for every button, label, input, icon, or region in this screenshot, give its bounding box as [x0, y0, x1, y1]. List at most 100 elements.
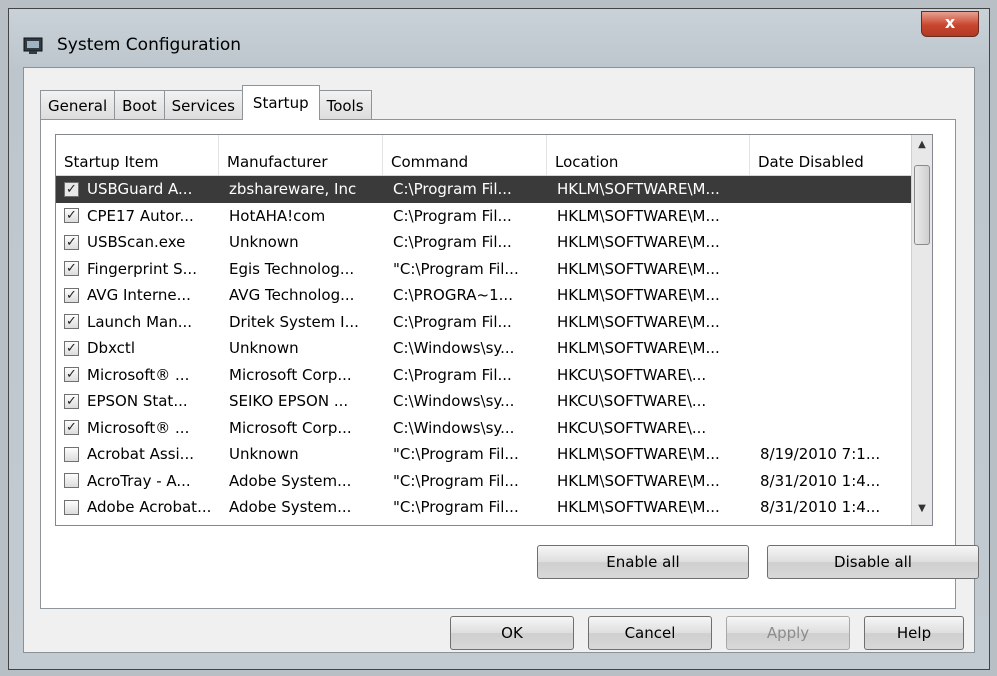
table-row[interactable]: Adobe Acrobat... Adobe System... "C:\Progr…	[56, 494, 914, 521]
manufacturer-cell: AVG Technolog...	[229, 286, 355, 305]
location-cell: HKLM\SOFTWARE\M...	[557, 312, 720, 331]
title-bar[interactable]: System Configuration x	[9, 9, 989, 65]
enable-checkbox[interactable]: ✓	[64, 287, 79, 303]
column-header-startup-item[interactable]: Startup Item	[56, 135, 219, 175]
disable-all-button[interactable]: Disable all	[767, 545, 979, 579]
location-cell: HKCU\SOFTWARE\...	[557, 418, 707, 437]
location-cell: HKLM\SOFTWARE\M...	[557, 206, 720, 225]
startup-item-name: CPE17 Autor...	[87, 206, 194, 225]
date-disabled-cell: 8/31/2010 1:4...	[760, 471, 881, 490]
column-header-manufacturer[interactable]: Manufacturer	[219, 135, 383, 175]
startup-item-cell: AcroTray - A...	[56, 472, 219, 490]
list-header: Startup Item Manufacturer Command Locati…	[56, 135, 914, 176]
disable-all-label: Disable all	[834, 553, 912, 571]
table-row[interactable]: ✓ Launch Man... Dritek System I... C:\Progr…	[56, 309, 914, 336]
startup-item-name: Fingerprint S...	[87, 259, 197, 278]
enable-checkbox[interactable]: ✓	[64, 393, 79, 409]
startup-tab-panel: Startup Item Manufacturer Command Locati…	[40, 119, 979, 609]
column-header-command[interactable]: Command	[383, 135, 547, 175]
table-row[interactable]: ✓ USBGuard A... zbshareware, Inc C:\Program…	[56, 176, 914, 203]
tab-boot[interactable]: Boot	[114, 90, 165, 120]
startup-item-name: Launch Man...	[87, 312, 193, 331]
date-disabled-cell: 8/31/2010 1:4...	[760, 498, 881, 517]
vertical-scrollbar[interactable]: ▲ ▼	[911, 135, 932, 525]
command-cell: "C:\Program Fil...	[393, 471, 519, 490]
dialog-client-area: General Boot Services Startup Tools Star…	[23, 67, 979, 653]
location-cell: HKCU\SOFTWARE\...	[557, 365, 707, 384]
startup-item-name: USBGuard A...	[87, 180, 193, 199]
manufacturer-cell: Unknown	[229, 233, 299, 252]
tab-strip: General Boot Services Startup Tools	[40, 85, 372, 120]
table-row[interactable]: ✓ Fingerprint S... Egis Technolog... "C:\Pr…	[56, 256, 914, 283]
tab-services[interactable]: Services	[163, 90, 243, 120]
manufacturer-cell: SEIKO EPSON ...	[229, 392, 349, 411]
table-row[interactable]: AcroTray - A... Adobe System... "C:\Progra…	[56, 468, 914, 495]
scroll-thumb[interactable]	[914, 165, 930, 245]
table-row[interactable]: ✓ Microsoft® ... Microsoft Corp... C:\Progr…	[56, 362, 914, 389]
enable-checkbox[interactable]: ✓	[64, 367, 79, 383]
startup-item-cell: ✓ Microsoft® ...	[56, 366, 219, 384]
manufacturer-cell: Adobe System...	[229, 471, 352, 490]
enable-checkbox[interactable]: ✓	[64, 234, 79, 250]
command-cell: C:\Program Fil...	[393, 233, 512, 252]
command-cell: C:\Windows\sy...	[393, 339, 515, 358]
tab-general[interactable]: General	[40, 90, 116, 120]
cancel-button[interactable]: Cancel	[588, 616, 712, 650]
location-cell: HKCU\SOFTWARE\...	[557, 392, 707, 411]
close-icon: x	[944, 13, 956, 32]
startup-item-cell: ✓ CPE17 Autor...	[56, 207, 219, 225]
startup-item-name: Dbxctl	[87, 339, 135, 358]
system-configuration-icon	[23, 37, 43, 54]
table-row[interactable]: ✓ Dbxctl Unknown C:\Windows\sy... HKLM\SOFTW…	[56, 335, 914, 362]
startup-item-name: Adobe Acrobat...	[87, 498, 212, 517]
enable-all-label: Enable all	[606, 553, 680, 571]
enable-checkbox[interactable]: ✓	[64, 181, 79, 197]
enable-all-button[interactable]: Enable all	[537, 545, 749, 579]
system-configuration-window: System Configuration x General Boot Serv…	[8, 8, 990, 670]
enable-checkbox[interactable]: ✓	[64, 261, 79, 277]
close-button[interactable]: x	[921, 11, 979, 37]
tab-startup[interactable]: Startup	[241, 85, 320, 120]
date-disabled-cell: 8/19/2010 7:1...	[760, 445, 881, 464]
command-cell: C:\Windows\sy...	[393, 392, 515, 411]
startup-item-cell: Acrobat Assi...	[56, 445, 219, 463]
manufacturer-cell: Unknown	[229, 445, 299, 464]
table-row[interactable]: Acrobat Assi... Unknown "C:\Program Fil...…	[56, 441, 914, 468]
enable-checkbox[interactable]: ✓	[64, 208, 79, 224]
tab-tools[interactable]: Tools	[318, 90, 372, 120]
startup-item-name: EPSON Stat...	[87, 392, 188, 411]
enable-checkbox[interactable]	[64, 473, 79, 489]
help-label: Help	[896, 624, 932, 642]
startup-item-name: AVG Interne...	[87, 286, 191, 305]
window-title: System Configuration	[57, 35, 242, 55]
startup-item-name: Acrobat Assi...	[87, 445, 194, 464]
manufacturer-cell: Unknown	[229, 339, 299, 358]
manufacturer-cell: HotAHA!com	[229, 206, 326, 225]
help-button[interactable]: Help	[864, 616, 964, 650]
table-row[interactable]: ✓ CPE17 Autor... HotAHA!com C:\Program Fil.…	[56, 203, 914, 230]
command-cell: "C:\Program Fil...	[393, 445, 519, 464]
command-cell: "C:\Program Fil...	[393, 498, 519, 517]
apply-button[interactable]: Apply	[726, 616, 850, 650]
manufacturer-cell: zbshareware, Inc	[229, 180, 357, 199]
manufacturer-cell: Microsoft Corp...	[229, 365, 352, 384]
table-row[interactable]: ✓ USBScan.exe Unknown C:\Program Fil... HKLM…	[56, 229, 914, 256]
startup-items-list[interactable]: Startup Item Manufacturer Command Locati…	[55, 134, 933, 526]
enable-checkbox[interactable]: ✓	[64, 340, 79, 356]
scroll-down-arrow-icon[interactable]: ▼	[914, 503, 930, 521]
startup-item-cell: ✓ USBGuard A...	[56, 180, 219, 198]
column-header-location[interactable]: Location	[547, 135, 750, 175]
startup-item-cell: ✓ Dbxctl	[56, 339, 219, 357]
enable-checkbox[interactable]: ✓	[64, 314, 79, 330]
scroll-up-arrow-icon[interactable]: ▲	[914, 139, 930, 157]
table-row[interactable]: ✓ EPSON Stat... SEIKO EPSON ... C:\Windows\…	[56, 388, 914, 415]
enable-checkbox[interactable]: ✓	[64, 420, 79, 436]
table-row[interactable]: ✓ AVG Interne... AVG Technolog... C:\PROGRA…	[56, 282, 914, 309]
list-rows: ✓ USBGuard A... zbshareware, Inc C:\Program…	[56, 176, 914, 521]
ok-button[interactable]: OK	[450, 616, 574, 650]
enable-checkbox[interactable]	[64, 499, 79, 515]
column-header-date-disabled[interactable]: Date Disabled	[750, 135, 914, 175]
enable-checkbox[interactable]	[64, 446, 79, 462]
table-row[interactable]: ✓ Microsoft® ... Microsoft Corp... C:\Windo…	[56, 415, 914, 442]
location-cell: HKLM\SOFTWARE\M...	[557, 286, 720, 305]
